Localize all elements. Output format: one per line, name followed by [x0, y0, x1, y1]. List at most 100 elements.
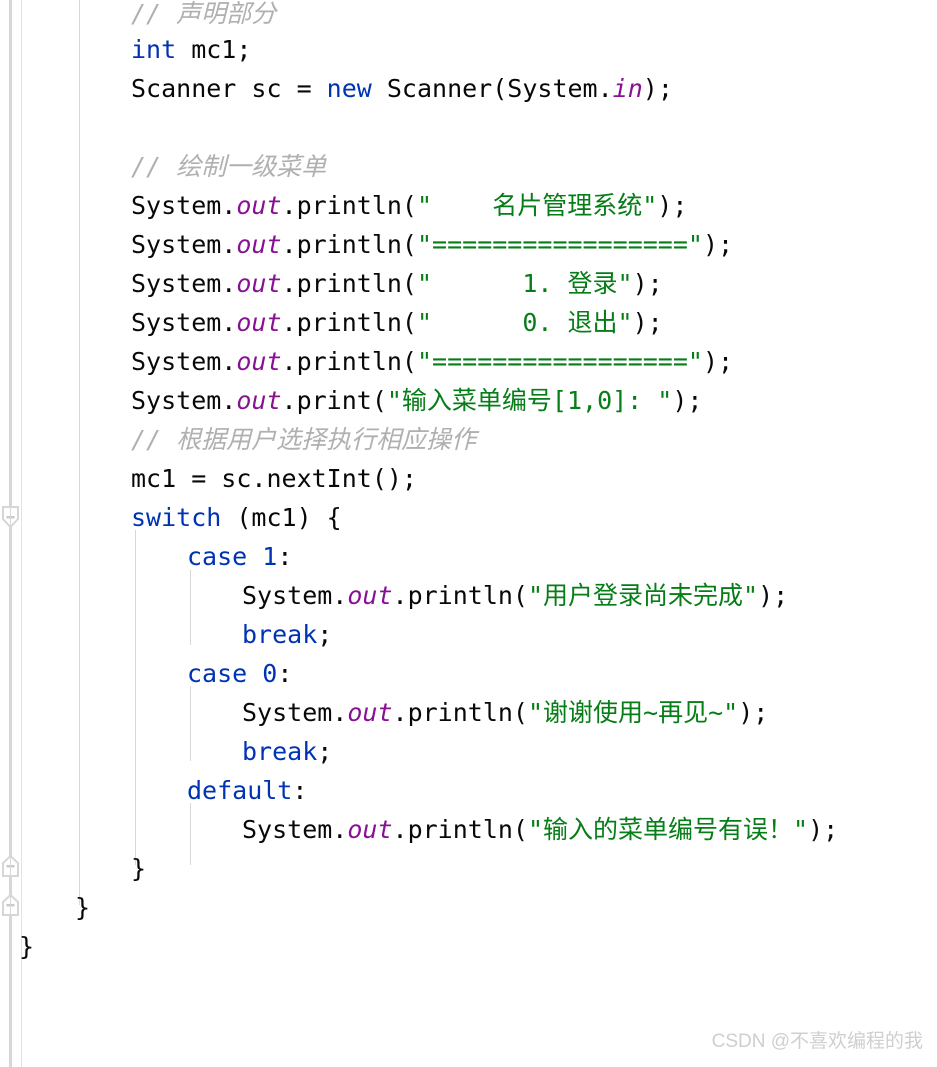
token-plain: ); — [738, 698, 769, 727]
token-kw: case — [187, 542, 248, 571]
code-line[interactable]: case 0: — [187, 654, 292, 693]
code-line[interactable]: Scanner sc = new Scanner(System.in); — [131, 69, 673, 108]
token-plain: .println( — [281, 308, 417, 337]
token-plain: ); — [672, 386, 703, 415]
token-plain: System. — [242, 698, 348, 727]
token-plain: ); — [657, 191, 688, 220]
token-str: "=================" — [416, 230, 703, 259]
code-line[interactable]: System.out.println(" 0. 退出"); — [131, 303, 663, 342]
token-str: "用户登录尚未完成" — [527, 581, 759, 610]
token-field: out — [236, 308, 282, 337]
code-line[interactable]: System.out.print("输入菜单编号[1,0]: "); — [131, 381, 702, 420]
token-field: out — [347, 815, 393, 844]
code-line[interactable]: int mc1; — [131, 30, 251, 69]
indent-guide-0 — [10, 0, 11, 1067]
token-kw: switch — [131, 503, 222, 532]
token-num: 0 — [262, 659, 278, 688]
code-line[interactable]: // 根据用户选择执行相应操作 — [131, 420, 476, 459]
token-plain: } — [19, 932, 35, 961]
token-kw: case — [187, 659, 248, 688]
indent-guide-3 — [190, 570, 191, 645]
indent-guide-4 — [190, 686, 191, 761]
code-line[interactable]: default: — [187, 771, 307, 810]
token-field: out — [236, 386, 282, 415]
token-str: "输入的菜单编号有误！" — [527, 815, 809, 844]
code-line[interactable]: switch (mc1) { — [131, 498, 342, 537]
indent-guide-1 — [79, 0, 80, 905]
token-plain: mc1 = sc.nextInt(); — [131, 464, 417, 493]
token-plain: .println( — [392, 815, 528, 844]
code-line[interactable]: break; — [242, 615, 332, 654]
token-plain: } — [75, 893, 91, 922]
token-plain: .println( — [392, 698, 528, 727]
token-plain: .print( — [281, 386, 387, 415]
token-plain: .println( — [392, 581, 528, 610]
token-plain: : — [292, 776, 308, 805]
token-kw: int — [131, 35, 177, 64]
token-plain: : — [277, 542, 293, 571]
code-line[interactable]: System.out.println(" 1. 登录"); — [131, 264, 663, 303]
token-plain: System. — [242, 581, 348, 610]
token-plain: mc1; — [176, 35, 252, 64]
code-line[interactable]: case 1: — [187, 537, 292, 576]
token-plain: (mc1) { — [221, 503, 342, 532]
token-str: " 1. 登录" — [416, 269, 633, 298]
indent-guide-2 — [135, 530, 136, 865]
code-line[interactable]: } — [19, 927, 34, 966]
code-line[interactable]: // 声明部分 — [131, 0, 276, 33]
token-str: " 名片管理系统" — [416, 191, 658, 220]
token-plain: ; — [317, 620, 333, 649]
token-plain: System. — [131, 386, 237, 415]
token-str: " 0. 退出" — [416, 308, 633, 337]
token-cmt: // 根据用户选择执行相应操作 — [131, 425, 477, 454]
token-plain: System. — [242, 815, 348, 844]
token-kw: new — [326, 74, 372, 103]
code-line[interactable]: System.out.println("================="); — [131, 342, 733, 381]
code-line[interactable]: // 绘制一级菜单 — [131, 147, 326, 186]
token-plain: .println( — [281, 230, 417, 259]
code-surface[interactable]: // 声明部分 int mc1; Scanner sc = new Scanner(… — [0, 0, 937, 1067]
code-line[interactable]: System.out.println("用户登录尚未完成"); — [242, 576, 788, 615]
token-plain: ); — [632, 269, 663, 298]
token-plain: ); — [632, 308, 663, 337]
token-plain: ; — [317, 737, 333, 766]
token-plain: System. — [131, 191, 237, 220]
token-field: out — [236, 230, 282, 259]
token-kw: break — [242, 737, 318, 766]
code-line[interactable]: System.out.println("================="); — [131, 225, 733, 264]
token-plain: .println( — [281, 347, 417, 376]
csdn-watermark: CSDN @不喜欢编程的我 — [711, 1031, 923, 1052]
token-plain: .println( — [281, 269, 417, 298]
token-plain: } — [131, 854, 147, 883]
token-field: out — [236, 347, 282, 376]
token-kw: break — [242, 620, 318, 649]
token-field: out — [236, 269, 282, 298]
token-plain: System. — [131, 269, 237, 298]
token-cmt: // 声明部分 — [131, 0, 277, 28]
token-plain: ); — [642, 74, 673, 103]
token-plain: System. — [131, 347, 237, 376]
code-editor[interactable]: // 声明部分 int mc1; Scanner sc = new Scanner(… — [0, 0, 937, 1067]
token-num: 1 — [262, 542, 278, 571]
code-line[interactable]: mc1 = sc.nextInt(); — [131, 459, 417, 498]
code-line[interactable]: } — [131, 849, 146, 888]
token-plain: ); — [702, 347, 734, 376]
code-line[interactable]: } — [75, 888, 90, 927]
token-plain: ); — [702, 230, 734, 259]
code-line[interactable]: System.out.println("谢谢使用~再见~"); — [242, 693, 768, 732]
code-line[interactable]: System.out.println("输入的菜单编号有误！"); — [242, 810, 838, 849]
token-field: out — [347, 581, 393, 610]
token-plain: Scanner(System. — [371, 74, 613, 103]
token-str: "=================" — [416, 347, 703, 376]
token-plain: ); — [758, 581, 789, 610]
token-plain: ); — [808, 815, 839, 844]
token-plain: Scanner sc = — [131, 74, 327, 103]
token-plain: System. — [131, 230, 237, 259]
indent-guide-5 — [190, 803, 191, 865]
token-plain: .println( — [281, 191, 417, 220]
token-plain: System. — [131, 308, 237, 337]
code-line[interactable]: System.out.println(" 名片管理系统"); — [131, 186, 687, 225]
code-line[interactable]: break; — [242, 732, 332, 771]
